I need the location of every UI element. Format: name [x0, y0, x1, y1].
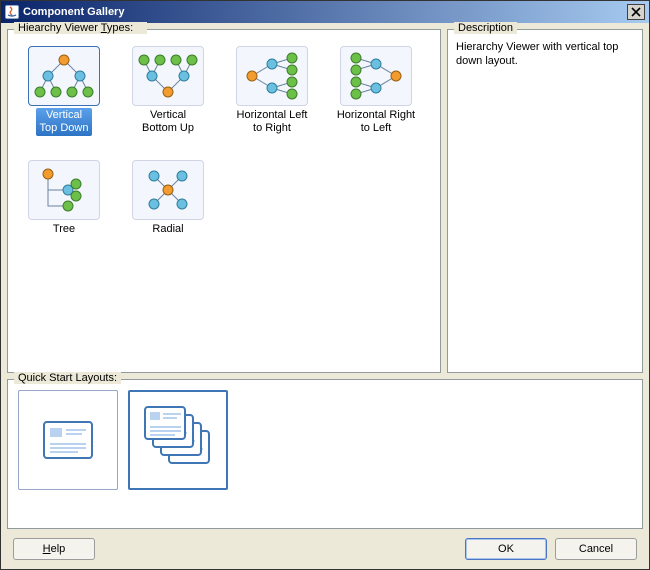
type-horizontal-right-left[interactable]: Horizontal Rightto Left — [328, 46, 424, 156]
description-text: Hierarchy Viewer with vertical top down … — [448, 38, 642, 76]
quick-start-panel: Quick Start Layouts: — [7, 379, 643, 529]
type-label: Horizontal Leftto Right — [233, 108, 312, 136]
cascaded-cards-icon — [139, 401, 217, 479]
window-title: Component Gallery — [23, 6, 124, 18]
types-label-text: Hiearchy Viewer Types: — [18, 22, 133, 34]
tree-icon — [28, 160, 100, 220]
quick-start-body — [8, 386, 642, 500]
vertical-bottom-up-icon — [132, 46, 204, 106]
titlebar: Component Gallery — [1, 1, 649, 23]
horizontal-left-right-icon — [236, 46, 308, 106]
type-label: Horizontal Rightto Left — [333, 108, 419, 136]
dialog-footer: Help OK Cancel — [7, 535, 643, 563]
top-row: Hiearchy Viewer Types: T — [7, 29, 643, 373]
description-panel: Description Hierarchy Viewer with vertic… — [447, 29, 643, 373]
types-grid: VerticalTop Down — [8, 42, 440, 278]
types-panel-label: Hiearchy Viewer Types: T — [14, 22, 147, 34]
type-horizontal-left-right[interactable]: Horizontal Leftto Right — [224, 46, 320, 156]
radial-icon — [132, 160, 204, 220]
type-label: Tree — [49, 222, 79, 237]
type-vertical-top-down[interactable]: VerticalTop Down — [16, 46, 112, 156]
help-button[interactable]: Help — [13, 538, 95, 560]
type-label: Radial — [148, 222, 187, 237]
horizontal-right-left-icon — [340, 46, 412, 106]
dialog-window: Component Gallery Hiearchy Viewer Types:… — [0, 0, 650, 570]
close-button[interactable] — [627, 4, 645, 20]
close-icon — [631, 7, 641, 17]
type-vertical-bottom-up[interactable]: VerticalBottom Up — [120, 46, 216, 156]
layout-single-card[interactable] — [18, 390, 118, 490]
types-panel: Hiearchy Viewer Types: T — [7, 29, 441, 373]
java-icon — [5, 5, 19, 19]
single-card-icon — [40, 418, 96, 462]
help-rest: elp — [51, 543, 66, 555]
type-radial[interactable]: Radial — [120, 160, 216, 270]
titlebar-left: Component Gallery — [5, 5, 124, 19]
dialog-content: Hiearchy Viewer Types: T — [1, 23, 649, 569]
description-panel-label: Description — [454, 22, 517, 34]
help-mnemonic: H — [43, 543, 51, 555]
quick-start-label: Quick Start Layouts: — [14, 372, 121, 384]
ok-button[interactable]: OK — [465, 538, 547, 560]
layout-cascaded-cards[interactable] — [128, 390, 228, 490]
cancel-button[interactable]: Cancel — [555, 538, 637, 560]
type-label: VerticalBottom Up — [138, 108, 198, 136]
vertical-top-down-icon — [28, 46, 100, 106]
ok-cancel-group: OK Cancel — [465, 538, 637, 560]
type-label: VerticalTop Down — [36, 108, 93, 136]
type-tree[interactable]: Tree — [16, 160, 112, 270]
